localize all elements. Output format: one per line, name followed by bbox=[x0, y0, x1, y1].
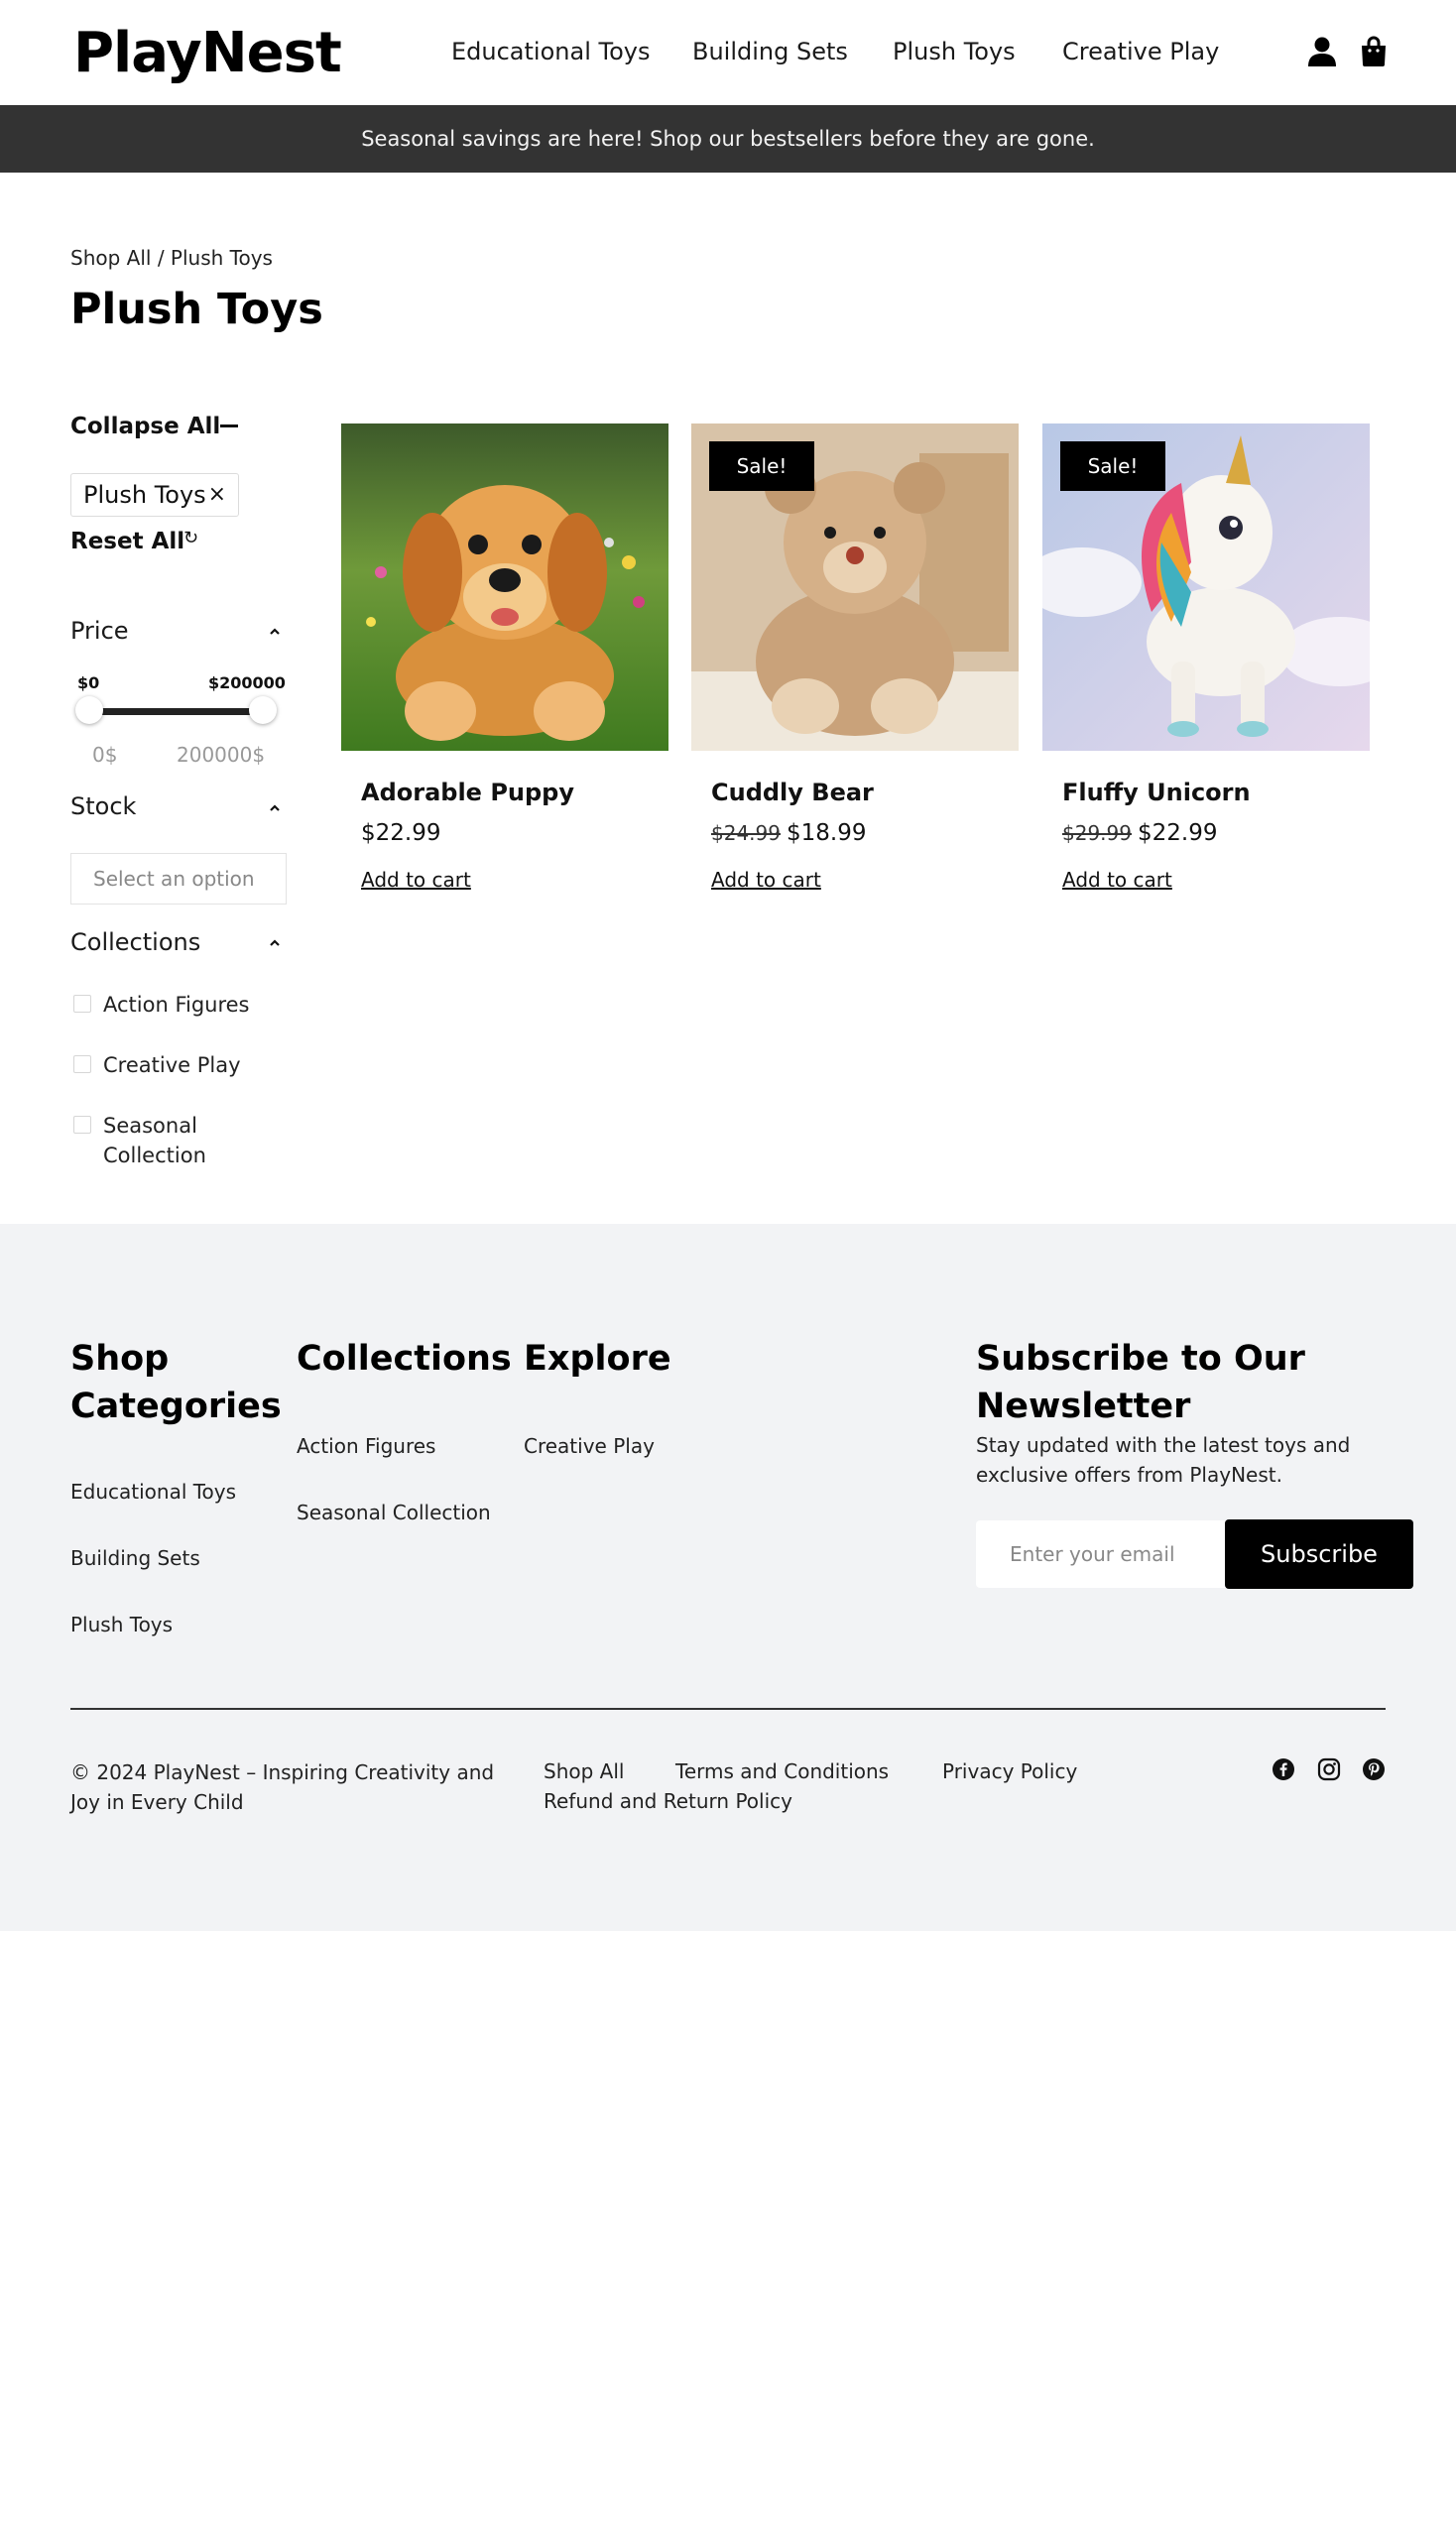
chevron-up-icon[interactable] bbox=[270, 803, 280, 813]
checkbox-label: Collection bbox=[103, 1144, 206, 1167]
product-old-price: $29.99 bbox=[1062, 821, 1132, 845]
nav-educational-toys[interactable]: Educational Toys bbox=[451, 36, 650, 67]
footer-link-educational-toys[interactable]: Educational Toys bbox=[70, 1478, 236, 1506]
copyright-text: © 2024 PlayNest – Inspiring Creativity a… bbox=[70, 1760, 495, 1814]
minus-icon[interactable] bbox=[220, 424, 238, 427]
footer-heading-line: Newsletter bbox=[976, 1387, 1191, 1426]
checkbox-label: Seasonal bbox=[103, 1114, 197, 1138]
price-slider-min-handle[interactable] bbox=[75, 696, 103, 724]
sale-badge: Sale! bbox=[1060, 441, 1165, 491]
footer-heading-line: Shop bbox=[70, 1339, 170, 1379]
footer-heading-line: Categories bbox=[70, 1387, 282, 1426]
site-header: PlayNest Educational Toys Building Sets … bbox=[0, 0, 1456, 105]
footer-heading-collections: Collections bbox=[297, 1339, 512, 1379]
page-title: Plush Toys bbox=[70, 285, 323, 334]
collapse-all-button[interactable]: Collapse All bbox=[70, 411, 220, 442]
product-current-price: $22.99 bbox=[361, 820, 441, 846]
product-current-price: $18.99 bbox=[786, 820, 867, 846]
nav-plush-toys[interactable]: Plush Toys bbox=[893, 36, 1016, 67]
product-name[interactable]: Adorable Puppy bbox=[361, 777, 574, 808]
checkbox-label: Action Figures bbox=[103, 993, 250, 1017]
nav-building-sets[interactable]: Building Sets bbox=[692, 36, 848, 67]
stock-select[interactable]: Select an option bbox=[70, 853, 287, 905]
footer-link-action-figures[interactable]: Action Figures bbox=[297, 1432, 435, 1460]
sale-badge: Sale! bbox=[709, 441, 814, 491]
add-to-cart-link[interactable]: Add to cart bbox=[711, 866, 821, 894]
price-slider-max-handle[interactable] bbox=[249, 696, 277, 724]
checkbox[interactable] bbox=[73, 1055, 91, 1073]
breadcrumb[interactable]: Shop All / Plush Toys bbox=[70, 244, 273, 272]
collections-filter-toggle[interactable]: Collections bbox=[70, 926, 200, 958]
footer-heading-newsletter: Subscribe to Our Newsletter bbox=[976, 1335, 1305, 1430]
add-to-cart-link[interactable]: Add to cart bbox=[361, 866, 471, 894]
checkbox-label: Creative Play bbox=[103, 1053, 241, 1077]
product-image-puppy[interactable] bbox=[341, 423, 668, 751]
product-price: $22.99 bbox=[361, 817, 440, 849]
product-price: $24.99 $18.99 bbox=[711, 817, 866, 849]
product-old-price: $24.99 bbox=[711, 821, 781, 845]
footer-link-privacy[interactable]: Privacy Policy bbox=[942, 1757, 1077, 1785]
stock-filter-toggle[interactable]: Stock bbox=[70, 790, 136, 822]
instagram-icon[interactable] bbox=[1317, 1757, 1341, 1781]
active-filter-label: Plush Toys bbox=[83, 481, 206, 509]
footer-heading-line: Subscribe to Our bbox=[976, 1339, 1305, 1379]
close-icon[interactable]: × bbox=[208, 474, 226, 516]
shopping-bag-icon[interactable] bbox=[1361, 36, 1391, 67]
product-name[interactable]: Cuddly Bear bbox=[711, 777, 874, 808]
nav-creative-play[interactable]: Creative Play bbox=[1062, 36, 1219, 67]
facebook-icon[interactable] bbox=[1272, 1757, 1295, 1781]
add-to-cart-link[interactable]: Add to cart bbox=[1062, 866, 1172, 894]
chevron-up-icon[interactable] bbox=[270, 627, 280, 637]
price-max-value: 200000$ bbox=[177, 743, 266, 767]
price-min-label: $0 bbox=[77, 673, 100, 692]
footer-heading-shop-categories: Shop Categories bbox=[70, 1335, 282, 1430]
footer-divider bbox=[70, 1708, 1386, 1710]
price-slider-track[interactable] bbox=[87, 708, 264, 715]
active-filter-chip[interactable]: Plush Toys × bbox=[70, 473, 239, 517]
checkbox[interactable] bbox=[73, 995, 91, 1013]
subscribe-button[interactable]: Subscribe bbox=[1225, 1519, 1413, 1589]
announcement-bar: Seasonal savings are here! Shop our best… bbox=[0, 105, 1456, 173]
checkbox[interactable] bbox=[73, 1116, 91, 1134]
footer-link-seasonal-collection[interactable]: Seasonal Collection bbox=[297, 1499, 491, 1526]
footer-link-building-sets[interactable]: Building Sets bbox=[70, 1544, 200, 1572]
user-icon[interactable] bbox=[1307, 36, 1337, 67]
newsletter-description: Stay updated with the latest toys and ex… bbox=[976, 1433, 1351, 1487]
pinterest-icon[interactable] bbox=[1362, 1757, 1386, 1781]
footer-link-terms[interactable]: Terms and Conditions bbox=[675, 1757, 889, 1785]
site-logo[interactable]: PlayNest bbox=[73, 22, 342, 85]
reset-all-button[interactable]: Reset All bbox=[70, 526, 184, 557]
price-filter-toggle[interactable]: Price bbox=[70, 615, 129, 647]
product-price: $29.99 $22.99 bbox=[1062, 817, 1217, 849]
footer-link-refund[interactable]: Refund and Return Policy bbox=[544, 1787, 792, 1815]
footer-link-creative-play[interactable]: Creative Play bbox=[524, 1432, 655, 1460]
footer-link-shop-all[interactable]: Shop All bbox=[544, 1757, 624, 1785]
product-current-price: $22.99 bbox=[1137, 820, 1218, 846]
price-min-value: 0$ bbox=[92, 743, 118, 767]
refresh-icon[interactable]: ↻ bbox=[183, 528, 198, 548]
price-max-label: $200000 bbox=[208, 673, 286, 692]
newsletter-email-input[interactable] bbox=[976, 1520, 1228, 1588]
product-name[interactable]: Fluffy Unicorn bbox=[1062, 777, 1251, 808]
footer-heading-explore: Explore bbox=[524, 1339, 671, 1379]
chevron-up-icon[interactable] bbox=[270, 938, 280, 948]
footer-link-plush-toys[interactable]: Plush Toys bbox=[70, 1611, 173, 1638]
